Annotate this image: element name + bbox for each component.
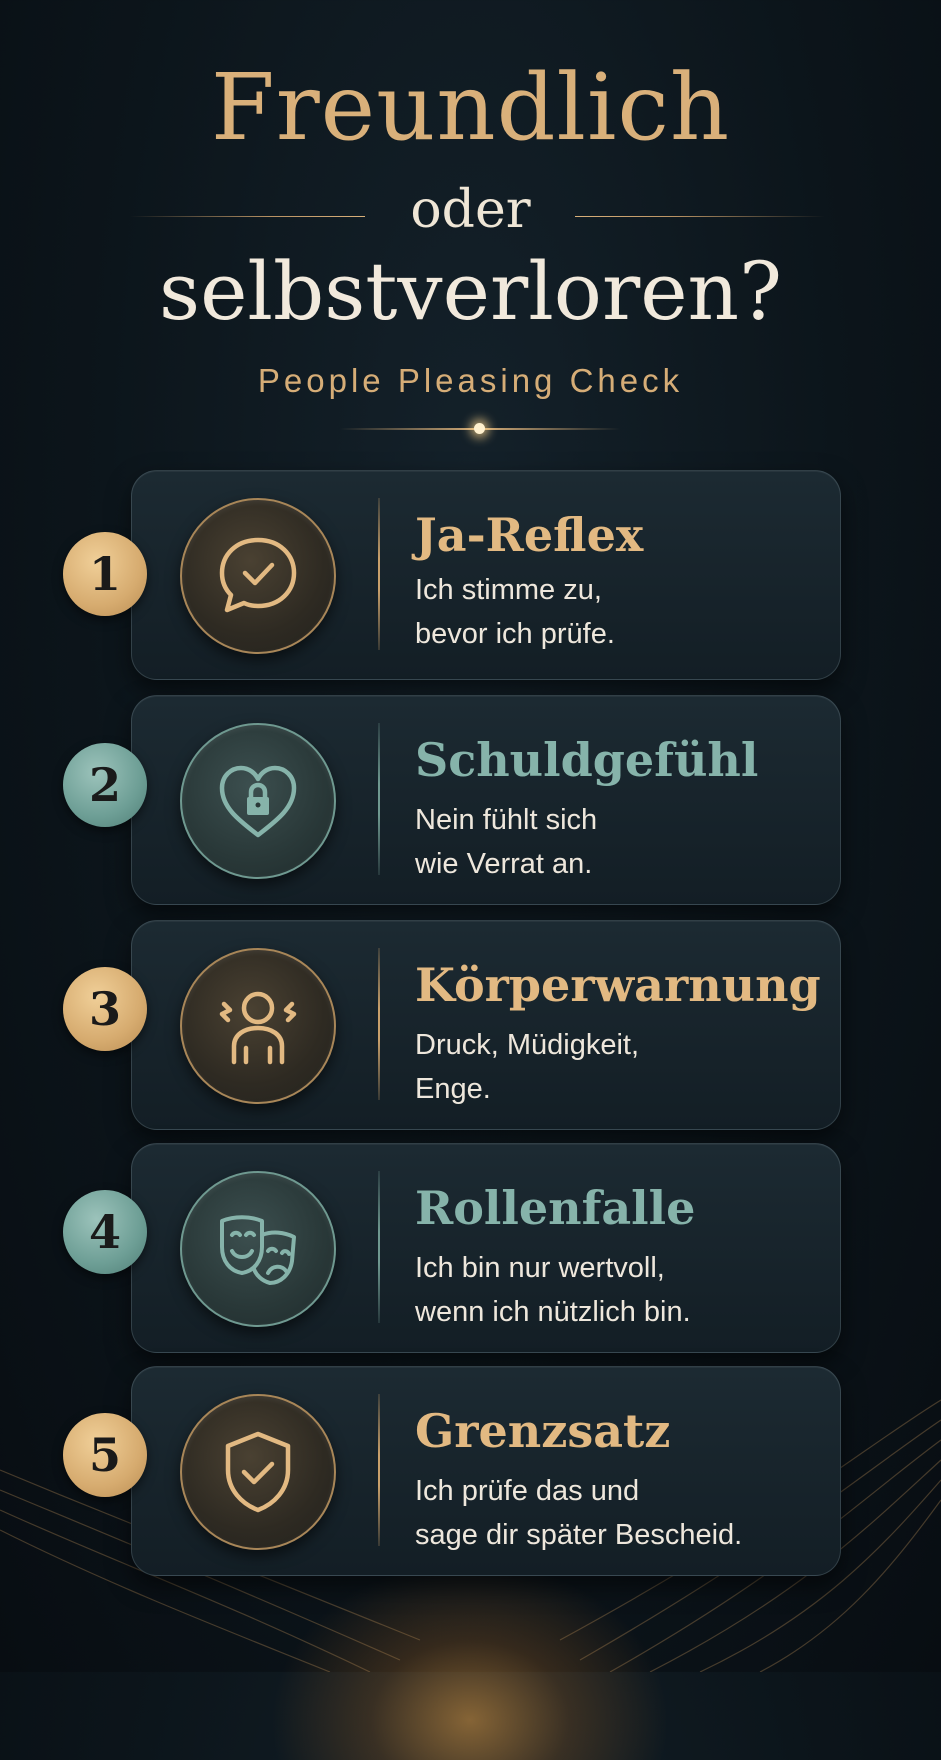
- item-description-2-line-1: Nein fühlt sich: [415, 804, 598, 836]
- title-line-1: Freundlich: [210, 54, 731, 161]
- item-title-2: Schuldgefühl: [415, 733, 759, 787]
- item-number-5: 5: [63, 1413, 147, 1497]
- heart-lock-icon: [180, 723, 336, 879]
- item-description-4-line-1: Ich bin nur wertvoll,: [415, 1252, 665, 1284]
- item-description-5-line-1: Ich prüfe das und: [415, 1475, 640, 1507]
- title-line-2: selbstverloren?: [159, 245, 782, 338]
- item-description-2-line-2: wie Verrat an.: [415, 848, 593, 880]
- item-description-5: Ich prüfe das und sage dir später Besche…: [415, 1469, 815, 1557]
- item-divider-3: [378, 948, 380, 1100]
- item-title-3: Körperwarnung: [415, 958, 821, 1012]
- item-divider-2: [378, 723, 380, 875]
- title-connector: oder: [410, 180, 531, 240]
- subtitle: People Pleasing Check: [257, 362, 684, 399]
- divider-dot: [474, 423, 485, 434]
- theater-masks-icon: [180, 1171, 336, 1327]
- chat-check-icon: [180, 498, 336, 654]
- item-divider-5: [378, 1394, 380, 1546]
- connector-line-right: [575, 216, 825, 217]
- item-number-3: 3: [63, 967, 147, 1051]
- stressed-person-icon: [180, 948, 336, 1104]
- item-number-2: 2: [63, 743, 147, 827]
- item-description-1: Ich stimme zu, bevor ich prüfe.: [415, 568, 815, 656]
- item-number-4: 4: [63, 1190, 147, 1274]
- item-divider-4: [378, 1171, 380, 1323]
- shield-check-icon: [180, 1394, 336, 1550]
- item-description-4: Ich bin nur wertvoll, wenn ich nützlich …: [415, 1246, 815, 1334]
- item-description-5-line-2: sage dir später Bescheid.: [415, 1519, 743, 1551]
- item-description-4-line-2: wenn ich nützlich bin.: [415, 1296, 691, 1328]
- item-title-1: Ja-Reflex: [415, 508, 644, 562]
- item-title-5: Grenzsatz: [415, 1404, 671, 1458]
- item-divider-1: [378, 498, 380, 650]
- title-connector-row: oder: [0, 180, 941, 250]
- item-description-3: Druck, Müdigkeit, Enge.: [415, 1023, 815, 1111]
- item-description-1-line-2: bevor ich prüfe.: [415, 618, 615, 650]
- item-number-1: 1: [63, 532, 147, 616]
- item-title-4: Rollenfalle: [415, 1181, 696, 1235]
- item-description-3-line-2: Enge.: [415, 1073, 491, 1105]
- item-description-2: Nein fühlt sich wie Verrat an.: [415, 798, 815, 886]
- item-description-3-line-1: Druck, Müdigkeit,: [415, 1029, 640, 1061]
- item-description-1-line-1: Ich stimme zu,: [415, 574, 602, 606]
